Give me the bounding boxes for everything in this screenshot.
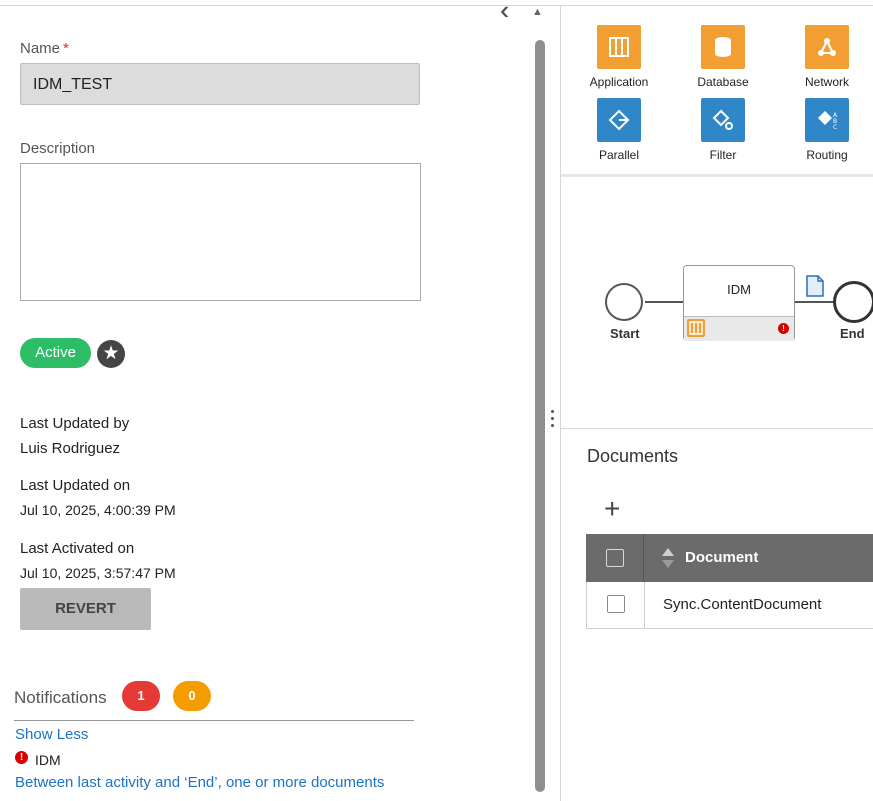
- scroll-up-arrow-icon[interactable]: ▲: [532, 6, 543, 18]
- column-divider: [643, 534, 644, 582]
- scrollbar-thumb[interactable]: [535, 40, 545, 792]
- collapse-panel-icon[interactable]: ‹‹: [500, 0, 512, 23]
- document-icon[interactable]: [806, 275, 824, 302]
- properties-panel: Name * IDM_TEST Description Active ★ Last…: [0, 6, 533, 801]
- canvas-divider: [561, 428, 873, 429]
- palette-parallel[interactable]: Parallel: [579, 98, 659, 162]
- palette-label: Database: [697, 75, 749, 89]
- network-icon: [805, 25, 849, 69]
- sort-icon[interactable]: [661, 547, 675, 574]
- svg-text:C: C: [833, 124, 837, 131]
- palette-network[interactable]: Network: [787, 25, 867, 89]
- activity-name: IDM: [727, 282, 751, 297]
- start-label: Start: [610, 326, 640, 341]
- error-icon: !: [778, 323, 789, 334]
- warning-count-badge[interactable]: 0: [173, 681, 211, 711]
- status-badge[interactable]: Active: [20, 338, 91, 368]
- notification-item-name: IDM: [35, 752, 61, 768]
- add-document-icon[interactable]: +: [604, 495, 620, 523]
- palette-application[interactable]: Application: [579, 25, 659, 89]
- description-textarea[interactable]: [20, 163, 421, 301]
- column-header-document[interactable]: Document: [685, 549, 758, 566]
- last-updated-on-value: Jul 10, 2025, 4:00:39 PM: [20, 502, 176, 518]
- start-node[interactable]: [605, 283, 643, 321]
- error-count-badge[interactable]: 1: [122, 681, 160, 711]
- palette-database[interactable]: Database: [683, 25, 763, 89]
- activity-node[interactable]: IDM !: [683, 265, 795, 341]
- end-label: End: [840, 326, 865, 341]
- name-label: Name *: [20, 40, 69, 57]
- revert-button[interactable]: REVERT: [20, 588, 151, 630]
- routing-icon: ABC: [805, 98, 849, 142]
- row-checkbox[interactable]: [607, 595, 625, 613]
- notification-message-link[interactable]: Between last activity and ‘End’, one or …: [15, 774, 384, 791]
- palette-label: Filter: [709, 148, 737, 162]
- palette-label: Routing: [806, 148, 848, 162]
- palette-routing[interactable]: ABC Routing: [787, 98, 867, 162]
- parallel-icon: [597, 98, 641, 142]
- activity-footer: !: [684, 316, 794, 341]
- palette-filter[interactable]: Filter: [683, 98, 763, 162]
- last-activated-on-value: Jul 10, 2025, 3:57:47 PM: [20, 565, 176, 581]
- documents-table: Document Sync.ContentDocument: [586, 534, 873, 629]
- table-row[interactable]: Sync.ContentDocument: [586, 582, 873, 629]
- last-activated-on-label: Last Activated on: [20, 540, 135, 557]
- connector-start[interactable]: [645, 301, 683, 303]
- process-canvas[interactable]: Start IDM ! End: [561, 177, 873, 428]
- resize-handle-icon[interactable]: [551, 410, 555, 431]
- description-label: Description: [20, 140, 96, 157]
- end-node[interactable]: [833, 281, 873, 323]
- error-icon: !: [15, 751, 28, 764]
- last-updated-by-value: Luis Rodriguez: [20, 440, 121, 457]
- documents-title: Documents: [587, 446, 679, 466]
- notifications-title: Notifications: [14, 688, 107, 707]
- application-icon: [687, 319, 705, 337]
- table-header: Document: [586, 534, 873, 582]
- notifications-divider: [14, 720, 414, 721]
- application-icon: [597, 25, 641, 69]
- column-divider: [644, 582, 645, 628]
- palette-label: Parallel: [598, 148, 640, 162]
- required-mark: *: [63, 40, 69, 57]
- database-icon: [701, 25, 745, 69]
- palette-label: Application: [589, 75, 649, 89]
- name-input[interactable]: IDM_TEST: [20, 63, 420, 105]
- select-all-checkbox[interactable]: [606, 549, 624, 567]
- document-cell: Sync.ContentDocument: [663, 596, 822, 613]
- last-updated-by-label: Last Updated by: [20, 415, 130, 432]
- palette-label: Network: [804, 75, 849, 89]
- show-less-link[interactable]: Show Less: [15, 726, 88, 743]
- filter-icon: [701, 98, 745, 142]
- last-updated-on-label: Last Updated on: [20, 477, 131, 494]
- favorite-star-icon[interactable]: ★: [97, 340, 125, 368]
